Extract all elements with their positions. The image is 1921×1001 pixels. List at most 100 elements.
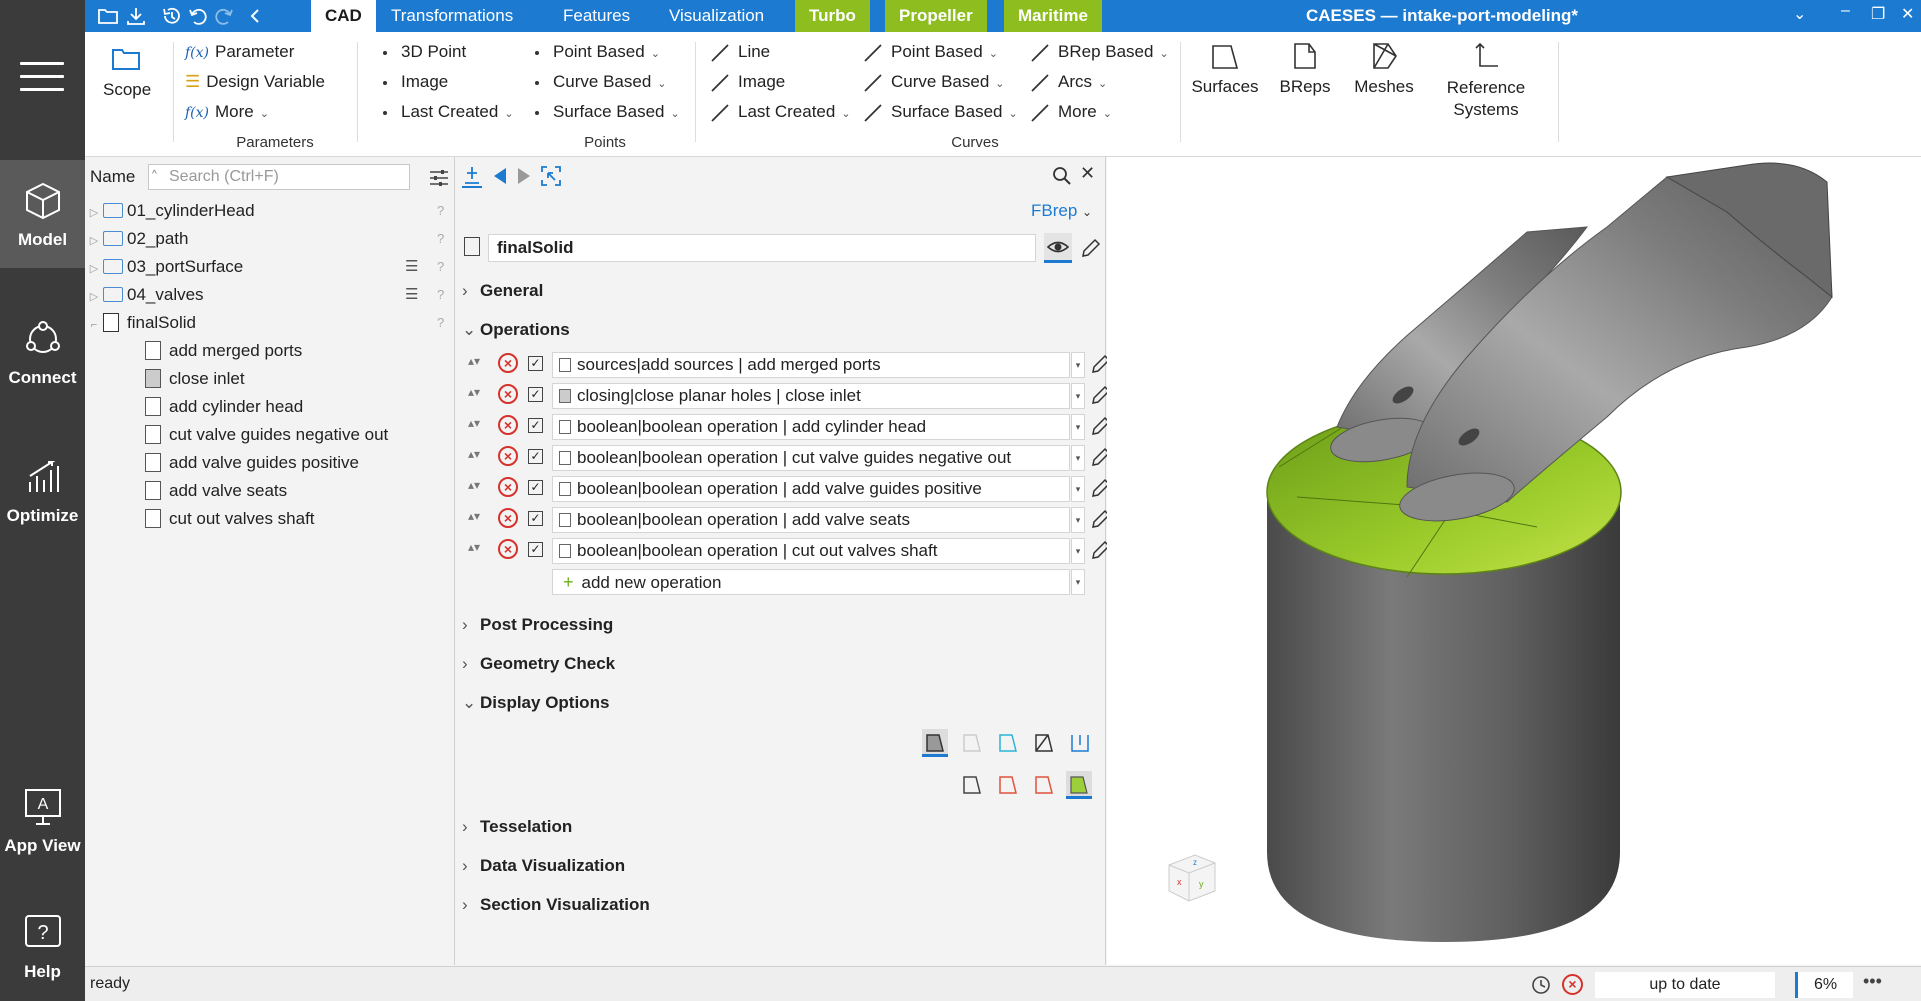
select-in-tree-icon[interactable] (540, 165, 562, 187)
enabled-checkbox[interactable]: ✓ (528, 511, 543, 526)
history-clock-icon[interactable] (1530, 974, 1552, 996)
stop-icon[interactable]: × (1562, 974, 1583, 995)
more-options-icon[interactable]: ••• (1863, 971, 1882, 992)
display-red-shape-icon[interactable] (1034, 775, 1054, 795)
enabled-checkbox[interactable]: ✓ (528, 542, 543, 557)
tree-child-item[interactable]: cut valve guides negative out (145, 423, 388, 447)
dropdown-icon[interactable]: ▾ (1071, 538, 1085, 564)
tree-child-item[interactable]: add cylinder head (145, 395, 303, 419)
nav-optimize[interactable]: Optimize (0, 436, 85, 544)
operation-row[interactable]: ▴▾ × ✓ boolean|boolean operation | cut v… (468, 445, 1111, 471)
delete-icon[interactable]: × (498, 353, 518, 373)
enabled-checkbox[interactable]: ✓ (528, 418, 543, 433)
operation-row[interactable]: ▴▾ × ✓ boolean|boolean operation | add v… (468, 476, 1111, 502)
display-color-toggle[interactable] (1066, 771, 1092, 799)
surfaces-button[interactable]: Surfaces (1190, 40, 1260, 140)
view-cube[interactable]: x y z (1163, 847, 1221, 905)
reorder-handle-icon[interactable]: ▴▾ (468, 478, 480, 492)
dropdown-icon[interactable]: ▾ (1071, 352, 1085, 378)
delete-icon[interactable]: × (498, 384, 518, 404)
object-name-field[interactable]: finalSolid (488, 234, 1036, 262)
dropdown-icon[interactable]: ▾ (1071, 476, 1085, 502)
sort-icon[interactable]: ^ (152, 169, 157, 180)
tree-folder-portsurface[interactable]: ▷ 03_portSurface ☰? (85, 255, 444, 279)
edit-pencil-icon[interactable] (1080, 237, 1102, 259)
tab-turbo[interactable]: Turbo (795, 0, 870, 32)
curve-surface-based-button[interactable]: Surface Based ⌄ (863, 102, 1018, 123)
dropdown-icon[interactable]: ▾ (1071, 414, 1085, 440)
menu-icon[interactable] (20, 62, 64, 92)
parameter-button[interactable]: f(x) Parameter (185, 42, 294, 62)
tree-folder-cylinderhead[interactable]: ▷ 01_cylinderHead? (85, 199, 444, 223)
tree-child-item[interactable]: cut out valves shaft (145, 507, 315, 531)
minimize-icon[interactable]: – (1841, 2, 1850, 20)
design-variable-button[interactable]: ☰ Design Variable (185, 72, 325, 92)
curve-more-button[interactable]: More ⌄ (1030, 102, 1112, 123)
undo-icon[interactable] (187, 6, 209, 26)
close-panel-icon[interactable]: ✕ (1080, 163, 1095, 184)
tab-maritime[interactable]: Maritime (1004, 0, 1102, 32)
operation-selector[interactable]: sources|add sources | add merged ports (552, 352, 1070, 378)
delete-icon[interactable]: × (498, 446, 518, 466)
back-chevron-icon[interactable] (245, 6, 267, 26)
intake-port-model[interactable] (1107, 157, 1921, 965)
dropdown-icon[interactable]: ▾ (1071, 507, 1085, 533)
curve-image-button[interactable]: Image (710, 72, 785, 93)
operation-row[interactable]: ▴▾ × ✓ boolean|boolean operation | add c… (468, 414, 1111, 440)
display-outline-icon[interactable] (962, 775, 982, 795)
curve-point-based-button[interactable]: Point Based ⌄ (863, 42, 998, 63)
delete-icon[interactable]: × (498, 477, 518, 497)
nav-connect[interactable]: Connect (0, 298, 85, 406)
curve-brep-based-button[interactable]: BRep Based ⌄ (1030, 42, 1169, 63)
add-operation-row[interactable]: + add new operation ▾ (468, 569, 1098, 595)
search-input[interactable]: Search (Ctrl+F) (148, 164, 410, 190)
enabled-checkbox[interactable]: ✓ (528, 449, 543, 464)
display-red-outline-icon[interactable] (998, 775, 1018, 795)
3d-viewport[interactable]: x y z (1107, 157, 1921, 965)
forward-arrow-icon[interactable] (516, 167, 532, 185)
nav-model[interactable]: Model (0, 160, 85, 268)
visibility-eye-icon[interactable] (1044, 233, 1072, 263)
operation-selector[interactable]: boolean|boolean operation | cut out valv… (552, 538, 1070, 564)
display-normals-icon[interactable] (1070, 733, 1090, 753)
reorder-handle-icon[interactable]: ▴▾ (468, 447, 480, 461)
point-surface-based-button[interactable]: Surface Based ⌄ (535, 102, 680, 122)
section-data-visualization[interactable]: › Data Visualization (462, 856, 625, 876)
enabled-checkbox[interactable]: ✓ (528, 480, 543, 495)
operation-row[interactable]: ▴▾ × ✓ boolean|boolean operation | add v… (468, 507, 1111, 533)
operation-selector[interactable]: closing|close planar holes | close inlet (552, 383, 1070, 409)
meshes-button[interactable]: Meshes (1349, 40, 1419, 140)
open-folder-icon[interactable] (97, 6, 119, 26)
reorder-handle-icon[interactable]: ▴▾ (468, 509, 480, 523)
operation-selector[interactable]: boolean|boolean operation | add valve se… (552, 507, 1070, 533)
curve-arcs-button[interactable]: Arcs ⌄ (1030, 72, 1107, 93)
section-post-processing[interactable]: › Post Processing (462, 615, 613, 635)
tree-child-item[interactable]: add merged ports (145, 339, 302, 363)
display-transparent-icon[interactable] (962, 733, 982, 753)
add-new-operation-button[interactable]: + add new operation (552, 569, 1070, 595)
nav-help[interactable]: ? Help (0, 892, 85, 1000)
reorder-handle-icon[interactable]: ▴▾ (468, 354, 480, 368)
display-mesh-icon[interactable] (1034, 733, 1054, 753)
section-general[interactable]: › General (462, 281, 543, 301)
pin-icon[interactable] (460, 165, 484, 189)
scope-button[interactable]: Scope (103, 80, 151, 100)
dropdown-icon[interactable]: ▾ (1071, 569, 1085, 595)
delete-icon[interactable]: × (498, 539, 518, 559)
curve-curve-based-button[interactable]: Curve Based ⌄ (863, 72, 1005, 93)
operation-row[interactable]: ▴▾ × ✓ sources|add sources | add merged … (468, 352, 1111, 378)
section-geometry-check[interactable]: › Geometry Check (462, 654, 615, 674)
breps-button[interactable]: BReps (1275, 40, 1335, 140)
filter-settings-icon[interactable] (429, 169, 449, 187)
tab-cad[interactable]: CAD (311, 0, 376, 32)
back-arrow-icon[interactable] (492, 167, 508, 185)
reference-systems-button[interactable]: Reference Systems (1431, 40, 1541, 150)
restore-icon[interactable]: ❐ (1871, 4, 1885, 24)
sliders-icon[interactable]: ☰ (405, 255, 418, 279)
reorder-handle-icon[interactable]: ▴▾ (468, 385, 480, 399)
dropdown-icon[interactable]: ▾ (1071, 445, 1085, 471)
curve-line-button[interactable]: Line (710, 42, 770, 63)
tab-transformations[interactable]: Transformations (377, 0, 527, 32)
operation-row[interactable]: ▴▾ × ✓ boolean|boolean operation | cut o… (468, 538, 1111, 564)
point-based-button[interactable]: Point Based ⌄ (535, 42, 660, 62)
